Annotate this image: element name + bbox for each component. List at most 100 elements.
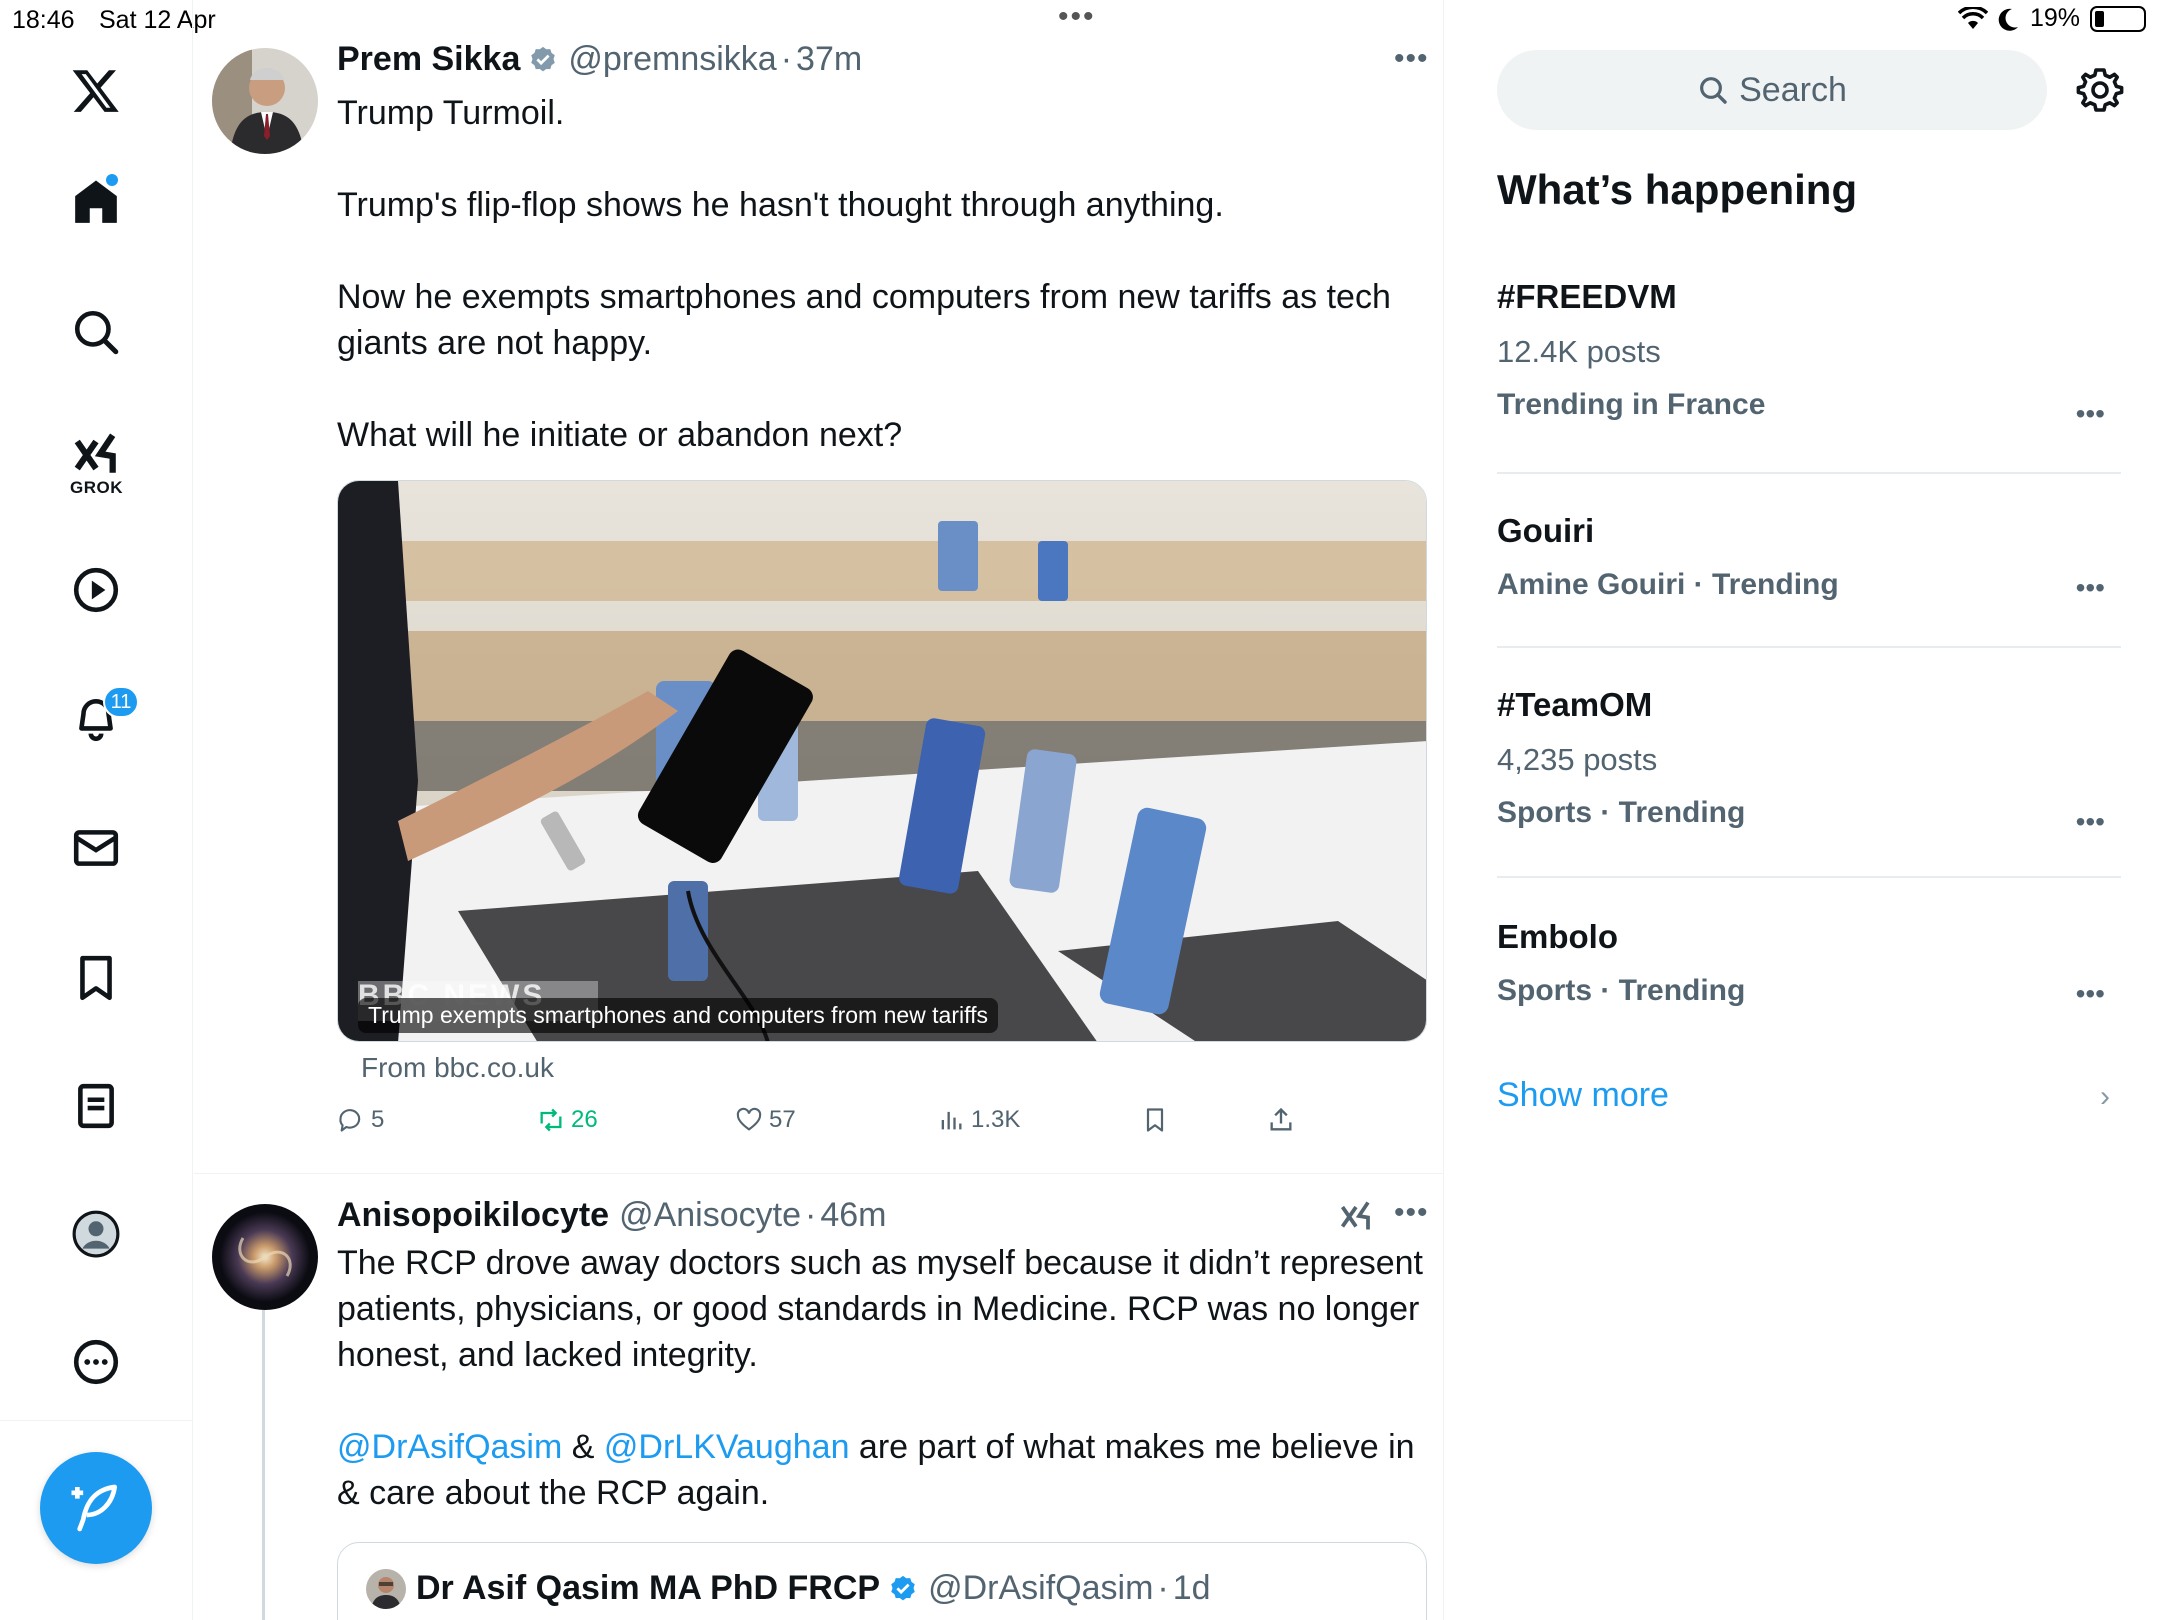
repost-button[interactable]: 26 xyxy=(537,1106,598,1134)
views-chart-icon xyxy=(941,1111,962,1130)
trend-more-icon[interactable]: ••• xyxy=(2076,398,2105,430)
share-icon xyxy=(1270,1107,1292,1131)
nav-divider xyxy=(0,1420,193,1421)
thread-line xyxy=(262,1310,265,1620)
more-options-circle-icon[interactable] xyxy=(60,1326,132,1398)
quoted-author-name: Dr Asif Qasim MA PhD FRCP xyxy=(416,1569,881,1607)
x-logo-icon[interactable] xyxy=(60,54,132,126)
share-button[interactable] xyxy=(1267,1106,1295,1134)
whats-happening-title: What’s happening xyxy=(1497,166,1858,213)
post-paragraph: Now he exempts smartphones and computers… xyxy=(337,278,1391,362)
post-time[interactable]: 37m xyxy=(796,40,862,79)
link-source[interactable]: From bbc.co.uk xyxy=(361,1052,554,1084)
quoted-post-time: 1d xyxy=(1172,1569,1211,1607)
repost-icon xyxy=(540,1108,562,1132)
bookmarks-icon[interactable] xyxy=(60,942,132,1014)
mention-ampersand: & xyxy=(562,1428,604,1466)
mention-link[interactable]: @DrAsifQasim xyxy=(337,1428,562,1466)
home-unread-dot xyxy=(106,174,118,186)
reply-icon xyxy=(339,1109,361,1132)
quoted-author-avatar xyxy=(366,1569,406,1609)
link-card-title: Trump exempts smartphones and computers … xyxy=(358,998,998,1033)
bookmark-icon xyxy=(1146,1108,1164,1132)
trend-context: Sports · Trending xyxy=(1497,974,1746,1007)
quoted-header: Dr Asif Qasim MA PhD FRCP @DrAsifQasim ·… xyxy=(416,1569,1211,1608)
post-paragraph: Trump Turmoil. xyxy=(337,94,565,132)
trend-divider xyxy=(1497,876,2121,878)
profile-avatar-icon[interactable] xyxy=(60,1198,132,1270)
author-handle[interactable]: @premnsikka xyxy=(568,40,776,79)
header-separator: · xyxy=(1157,1569,1169,1607)
trend-name: Gouiri xyxy=(1497,512,1595,549)
post-paragraph: Trump's flip-flop shows he hasn't though… xyxy=(337,186,1224,224)
trend-context: Sports · Trending xyxy=(1497,796,1746,829)
reply-count: 5 xyxy=(371,1106,385,1133)
mention-link[interactable]: @DrLKVaughan xyxy=(604,1428,850,1466)
show-more-link[interactable]: Show more xyxy=(1497,1076,1669,1115)
reply-button[interactable]: 5 xyxy=(337,1106,384,1134)
grok-post-icon[interactable] xyxy=(1338,1198,1374,1234)
quoted-post[interactable]: Dr Asif Qasim MA PhD FRCP @DrAsifQasim ·… xyxy=(337,1542,1427,1620)
header-separator: · xyxy=(804,1196,817,1234)
bookmark-button[interactable] xyxy=(1141,1106,1169,1134)
trend-item[interactable]: #TeamOM 4,235 posts Sports · Trending ••… xyxy=(1497,686,2121,846)
settings-gear-icon[interactable] xyxy=(2076,66,2124,114)
author-name[interactable]: Anisopoikilocyte xyxy=(337,1196,609,1235)
explore-search-icon[interactable] xyxy=(60,296,132,368)
post-text: The RCP drove away doctors such as mysel… xyxy=(337,1240,1427,1562)
heart-icon xyxy=(736,1107,762,1131)
trend-name: Embolo xyxy=(1497,918,1618,955)
views-button[interactable]: 1.3K xyxy=(937,1106,1020,1134)
trend-context: Amine Gouiri · Trending xyxy=(1497,568,1839,601)
trend-divider xyxy=(1497,472,2121,474)
trend-name: #TeamOM xyxy=(1497,686,1653,723)
trend-item[interactable]: Gouiri Amine Gouiri · Trending ••• xyxy=(1497,512,2121,612)
post-header: Anisopoikilocyte @Anisocyte · 46m xyxy=(337,1196,886,1235)
author-handle[interactable]: @Anisocyte xyxy=(619,1196,801,1235)
search-placeholder: Search xyxy=(1739,70,1847,109)
author-name[interactable]: Prem Sikka xyxy=(337,40,520,79)
link-card-image[interactable]: BBC NEWS Trump exempts smartphones and c… xyxy=(337,480,1427,1042)
trend-more-icon[interactable]: ••• xyxy=(2076,978,2105,1010)
search-input[interactable]: Search xyxy=(1497,50,2047,130)
like-button[interactable]: 57 xyxy=(735,1106,796,1134)
grok-label: GROK xyxy=(70,478,123,497)
battery-icon xyxy=(2090,5,2146,32)
trend-context: Trending in France xyxy=(1497,388,1766,421)
messages-envelope-icon[interactable] xyxy=(60,812,132,884)
trend-name: #FREEDVM xyxy=(1497,278,1677,315)
post-paragraph: The RCP drove away doctors such as mysel… xyxy=(337,1244,1424,1374)
header-separator: · xyxy=(780,40,793,78)
moon-icon xyxy=(1998,8,2018,31)
author-avatar[interactable] xyxy=(212,48,318,154)
post-more-icon[interactable]: ••• xyxy=(1394,42,1429,76)
author-avatar[interactable] xyxy=(212,1204,318,1310)
left-nav: GROK 11 xyxy=(0,0,193,1620)
lists-icon[interactable] xyxy=(60,1070,132,1142)
trend-item[interactable]: Embolo Sports · Trending ••• xyxy=(1497,918,2121,1018)
home-icon[interactable] xyxy=(60,166,132,238)
chevron-right-icon: › xyxy=(2100,1080,2110,1113)
post-actions: 5 26 57 1.3K xyxy=(337,1106,1427,1146)
status-right: 19% xyxy=(1957,4,2146,33)
notifications-badge: 11 xyxy=(103,686,139,718)
timeline: Prem Sikka @premnsikka · 37m ••• Trump T… xyxy=(194,0,1444,1620)
verified-badge-icon xyxy=(891,1575,915,1600)
wifi-icon xyxy=(1957,6,1988,29)
post-paragraph: @DrAsifQasim & @DrLKVaughan are part of … xyxy=(337,1424,1427,1516)
trend-item[interactable]: #FREEDVM 12.4K posts Trending in France … xyxy=(1497,278,2121,438)
trend-divider xyxy=(1497,646,2121,648)
trend-post-count: 4,235 posts xyxy=(1497,742,1658,777)
trend-post-count: 12.4K posts xyxy=(1497,334,1661,369)
post-more-icon[interactable]: ••• xyxy=(1394,1196,1429,1230)
post-divider xyxy=(194,1173,1444,1174)
store-phone-photo xyxy=(338,481,1426,1041)
trend-more-icon[interactable]: ••• xyxy=(2076,806,2105,838)
post-time[interactable]: 46m xyxy=(820,1196,886,1235)
post-paragraph: What will he initiate or abandon next? xyxy=(337,416,903,454)
compose-feather-icon xyxy=(71,1484,117,1532)
trend-more-icon[interactable]: ••• xyxy=(2076,572,2105,604)
view-count: 1.3K xyxy=(971,1106,1021,1133)
video-play-icon[interactable] xyxy=(60,554,132,626)
compose-post-button[interactable] xyxy=(40,1452,152,1564)
